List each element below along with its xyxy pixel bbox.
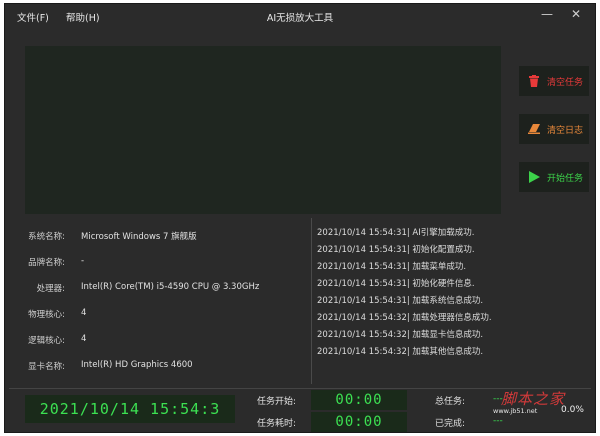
trash-icon (527, 75, 541, 87)
watermark-logo-text: 脚本之家 (501, 390, 566, 408)
play-icon (527, 171, 541, 183)
info-label: 逻辑核心: (28, 336, 65, 346)
clear-tasks-label: 清空任务 (547, 77, 584, 88)
progress-text: 0.0% (561, 405, 584, 415)
total-tasks-label: 总任务: (435, 397, 466, 407)
completed-label: 已完成: (435, 419, 466, 429)
info-label: 显卡名称: (28, 362, 65, 372)
info-value: Microsoft Windows 7 旗舰版 (81, 232, 197, 242)
log-line: 2021/10/14 15:54:31| 加载菜单成功. (317, 262, 467, 272)
info-value: - (81, 256, 85, 266)
clear-log-label: 清空日志 (547, 125, 584, 136)
log-line: 2021/10/14 15:54:32| 加载其他信息成功. (317, 347, 484, 357)
info-value: Intel(R) HD Graphics 4600 (81, 360, 193, 370)
info-label: 系统名称: (28, 232, 65, 242)
info-value: 4 (81, 334, 87, 344)
info-label: 处理器: (36, 284, 65, 294)
task-elapsed-display: 00:00 (311, 412, 407, 432)
log-line: 2021/10/14 15:54:32| 加载显卡信息成功. (317, 330, 484, 340)
log-line: 2021/10/14 15:54:32| 加载处理器信息成功. (317, 313, 492, 323)
preview-area[interactable] (25, 46, 501, 214)
log-line: 2021/10/14 15:54:31| 初始化配置成功. (317, 245, 475, 255)
start-task-button[interactable]: 开始任务 (519, 162, 589, 192)
log-line: 2021/10/14 15:54:31| AI引擎加载成功. (317, 228, 475, 238)
close-button[interactable]: ✕ (571, 7, 581, 21)
watermark: 脚本之家 www.jb51.net 0.0% (475, 388, 597, 418)
app-window: 文件(F) 帮助(H) AI无损放大工具 — ✕ 清空任务 清空日志 开始任务 … (4, 3, 596, 433)
info-label: 品牌名称: (28, 258, 65, 268)
info-label: 物理核心: (28, 310, 65, 320)
start-task-label: 开始任务 (547, 173, 584, 184)
clear-log-button[interactable]: 清空日志 (519, 114, 589, 144)
eraser-icon (527, 124, 541, 134)
clear-tasks-button[interactable]: 清空任务 (519, 66, 589, 96)
watermark-url: www.jb51.net (493, 407, 538, 415)
task-elapsed-label: 任务耗时: (257, 419, 297, 429)
log-line: 2021/10/14 15:54:31| 初始化硬件信息. (317, 279, 475, 289)
log-line: 2021/10/14 15:54:31| 加载系统信息成功. (317, 296, 484, 306)
info-value: 4 (81, 308, 87, 318)
task-start-label: 任务开始: (257, 397, 297, 407)
title-bar: 文件(F) 帮助(H) AI无损放大工具 — ✕ (5, 4, 595, 28)
window-title: AI无损放大工具 (266, 13, 334, 24)
digital-clock: 2021/10/14 15:54:3 (25, 395, 235, 423)
task-start-display: 00:00 (311, 390, 407, 410)
minimize-button[interactable]: — (541, 7, 553, 21)
vertical-divider (311, 218, 312, 384)
info-value: Intel(R) Core(TM) i5-4590 CPU @ 3.30GHz (81, 282, 260, 292)
